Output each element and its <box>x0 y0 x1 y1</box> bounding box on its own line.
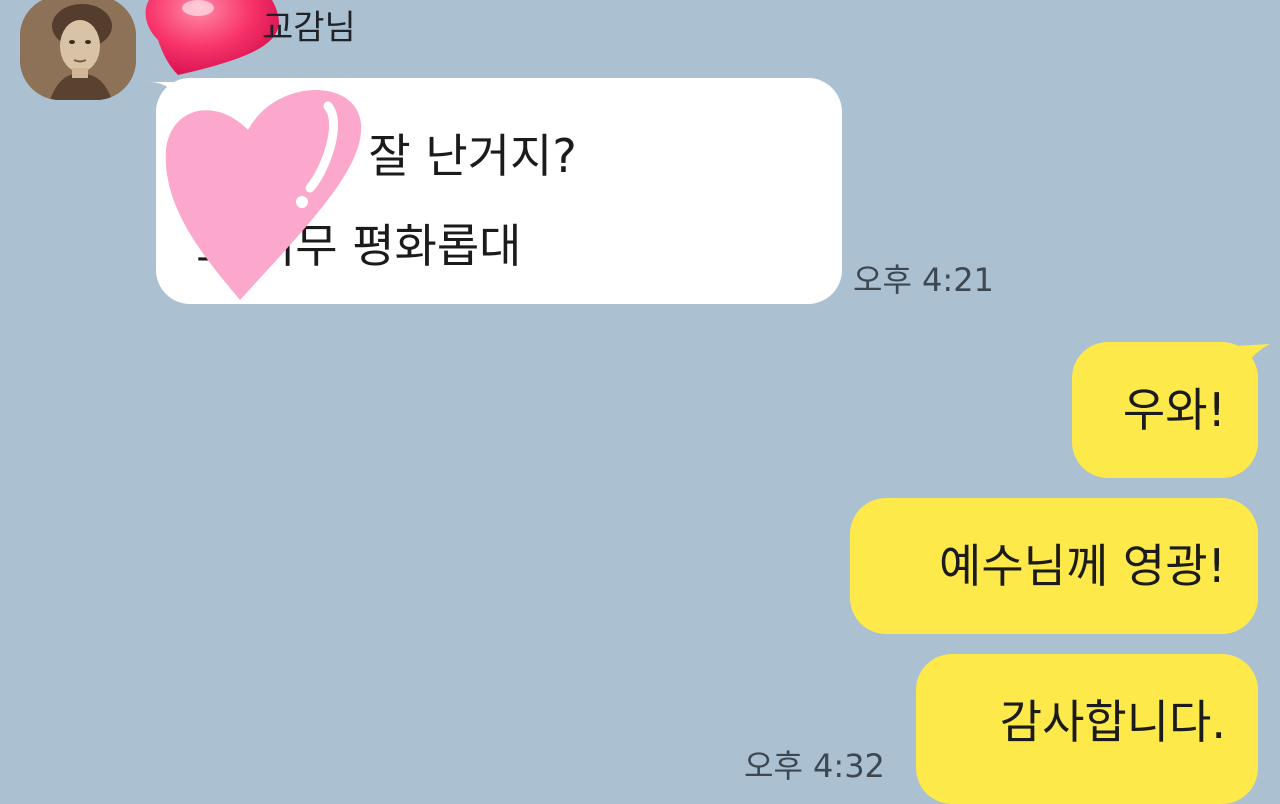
sender-name: 교감님 <box>262 8 356 48</box>
outgoing-message-bubble[interactable]: 우와! <box>1072 342 1258 478</box>
outgoing-message-text: 우와! <box>1122 383 1226 437</box>
outgoing-message-bubble[interactable]: 예수님께 영광! <box>850 498 1258 634</box>
sender-avatar[interactable] <box>20 0 136 100</box>
chat-area[interactable]: 교감님 ~ 너무 잘 난거지? 초 너무 평화롭대 오후 4:21 우와! 예수… <box>0 0 1280 804</box>
incoming-timestamp: 오후 4:21 <box>853 261 994 299</box>
pink-heart-sticker <box>165 90 362 300</box>
portrait-image <box>20 0 136 100</box>
outgoing-message-text: 예수님께 영광! <box>939 539 1226 593</box>
outgoing-message-text: 감사합니다. <box>999 695 1226 749</box>
outgoing-timestamp: 오후 4:32 <box>744 747 885 785</box>
